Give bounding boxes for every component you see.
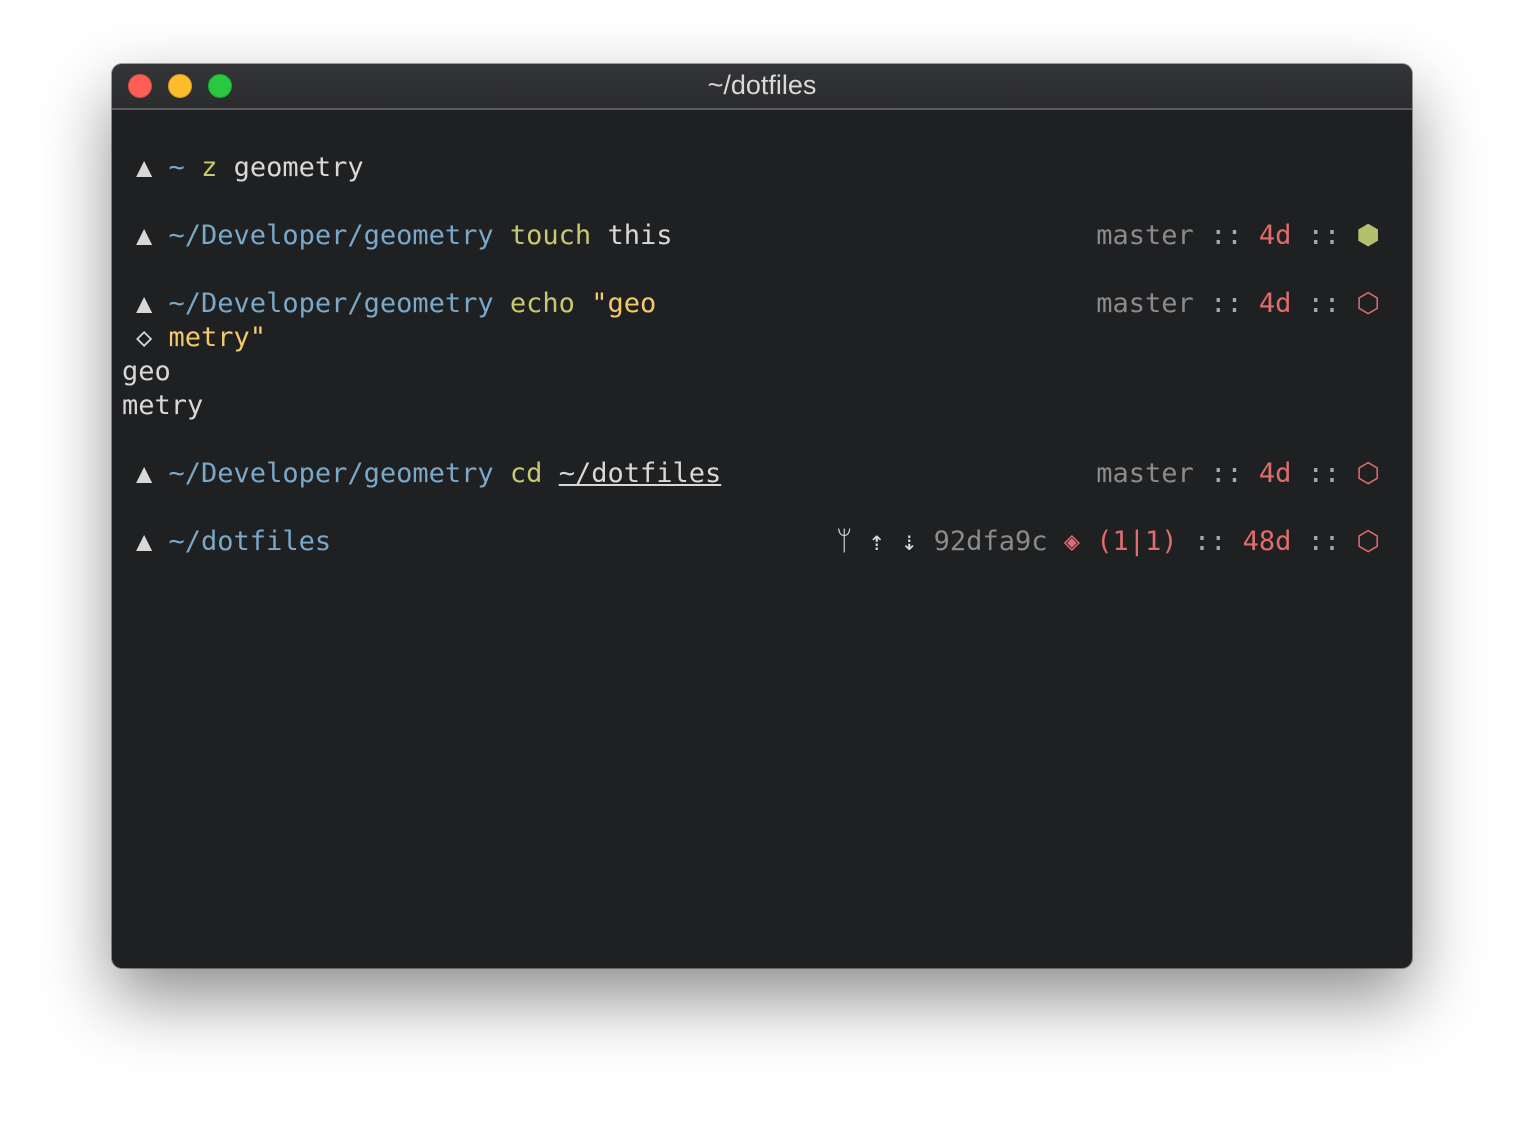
separator: :: [1210, 220, 1243, 251]
prompt-symbol: ▲ [136, 288, 153, 319]
prompt-line: ▲ ~/dotfiles [136, 524, 347, 560]
git-time-since-commit: 4d [1258, 288, 1292, 319]
prompt-directory: ~/Developer/geometry [168, 458, 494, 489]
git-time-since-commit: 48d [1242, 526, 1292, 557]
title-bar: ~/dotfiles [112, 64, 1412, 110]
git-conflicts: (1|1) [1096, 526, 1178, 557]
terminal-body[interactable]: ▲ ~ z geometry ▲ ~/Developer/geometry to… [112, 110, 1412, 968]
filled-hexagon-icon: ⬢ [1356, 220, 1380, 251]
terminal-window: ~/dotfiles ▲ ~ z geometry ▲ ~/Developer/… [112, 64, 1412, 968]
separator: :: [1307, 458, 1341, 489]
prompt-symbol: ▲ [136, 220, 153, 251]
output-line: metry [122, 390, 204, 421]
git-branch: master [1096, 220, 1194, 251]
prompt-symbol: ▲ [136, 152, 153, 183]
command-argument: ~/dotfiles [558, 458, 722, 489]
continuation-line: ◇ metry" [136, 320, 266, 356]
git-branch: master [1096, 288, 1194, 319]
prompt-directory: ~/Developer/geometry [168, 220, 494, 251]
continuation-text: metry" [168, 322, 267, 353]
git-time-since-commit: 4d [1258, 458, 1292, 489]
prompt-line: ▲ ~/Developer/geometry echo "geo [136, 286, 656, 322]
window-title: ~/dotfiles [707, 70, 817, 100]
git-time-since-commit: 4d [1258, 220, 1292, 251]
hexagon-outline-icon: ⬡ [1356, 288, 1380, 319]
prompt-symbol: ▲ [136, 458, 153, 489]
hexagon-outline-icon: ⬡ [1356, 458, 1380, 489]
prompt-line: ▲ ~/Developer/geometry touch this [136, 218, 672, 254]
separator: :: [1210, 458, 1243, 489]
arrow-up-icon: ⇡ [868, 526, 885, 557]
separator: :: [1307, 526, 1341, 557]
git-branch-icon: ᛘ [836, 526, 853, 557]
command-argument: "geo [591, 288, 657, 319]
git-status-right: ᛘ ⇡ ⇣ 92dfa9c ◈ (1|1) :: 48d :: ⬡ [836, 524, 1380, 560]
arrow-down-icon: ⇣ [901, 526, 918, 557]
git-branch: master [1096, 458, 1194, 489]
continuation-symbol: ◇ [136, 322, 153, 353]
prompt-directory: ~/Developer/geometry [168, 288, 494, 319]
command-name: cd [509, 458, 543, 489]
command-argument: geometry [233, 152, 364, 183]
prompt-directory: ~ [168, 152, 185, 183]
git-status-right: master :: 4d :: ⬢ [1096, 218, 1380, 254]
prompt-line: ▲ ~ z geometry [136, 150, 364, 186]
separator: :: [1210, 288, 1243, 319]
hexagon-outline-icon: ⬡ [1356, 526, 1380, 557]
command-name: touch [509, 220, 592, 251]
separator: :: [1193, 526, 1227, 557]
git-status-right: master :: 4d :: ⬡ [1096, 456, 1380, 492]
command-argument: this [607, 220, 673, 251]
conflict-icon: ◈ [1063, 526, 1080, 557]
command-name: z [201, 152, 218, 183]
git-status-right: master :: 4d :: ⬡ [1096, 286, 1380, 322]
prompt-line: ▲ ~/Developer/geometry cd ~/dotfiles [136, 456, 721, 492]
prompt-directory: ~/dotfiles [168, 526, 332, 557]
separator: :: [1307, 288, 1341, 319]
output-line: geo [122, 356, 171, 387]
prompt-symbol: ▲ [136, 526, 153, 557]
git-commit-hash: 92dfa9c [933, 526, 1048, 557]
command-name: echo [509, 288, 575, 319]
separator: :: [1307, 220, 1341, 251]
